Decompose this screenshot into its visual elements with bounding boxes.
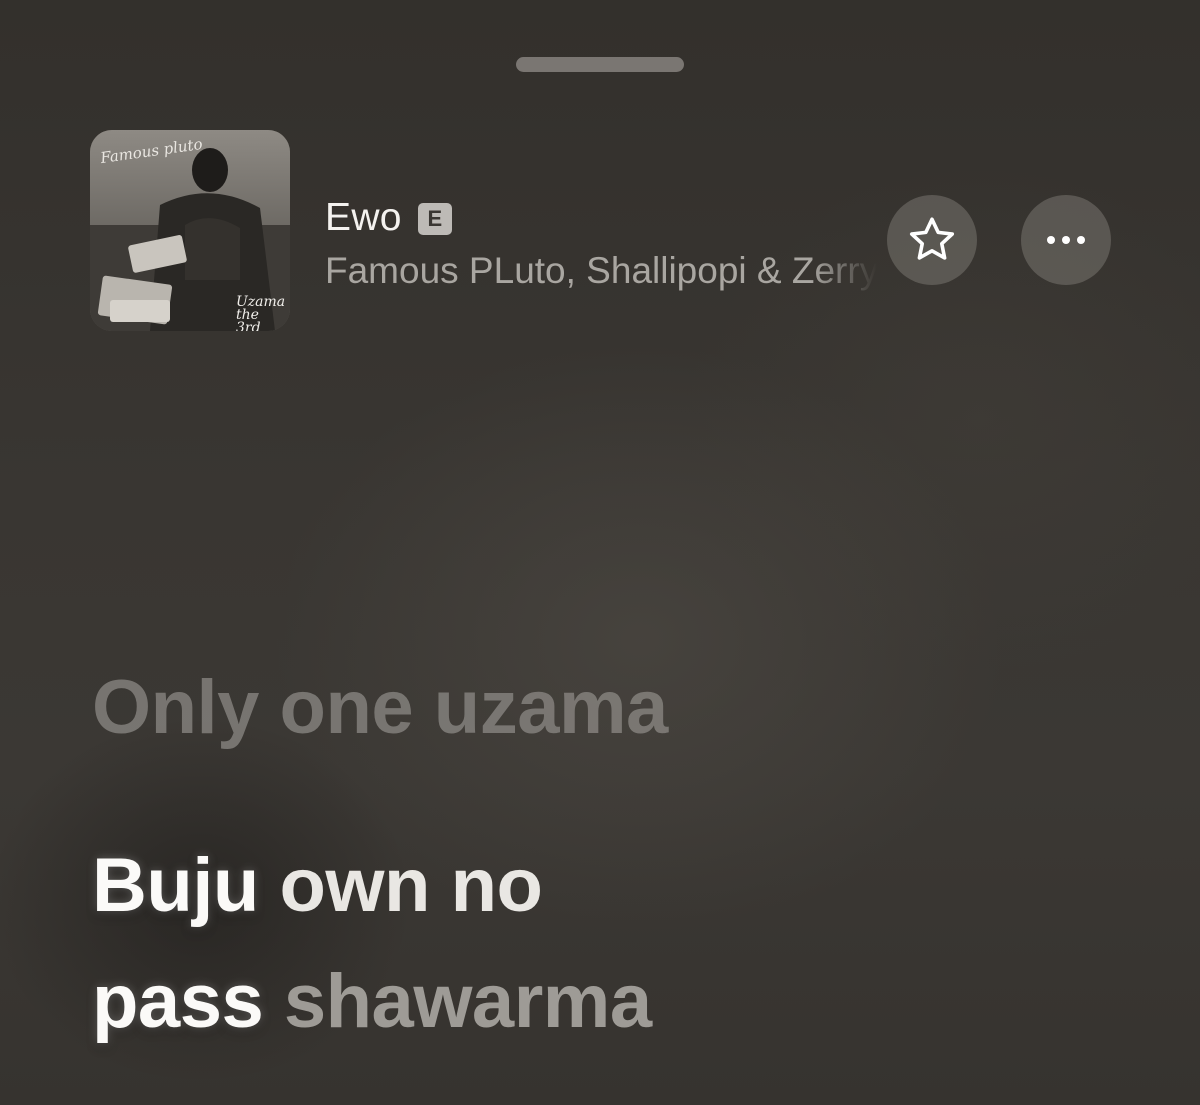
lyric-line-current-1[interactable]: Buju own no: [92, 842, 543, 929]
lyric-line-current-2[interactable]: pass shawarma: [92, 958, 652, 1045]
track-artists[interactable]: Famous PLuto, Shallipopi & Zerrydl: [325, 250, 877, 292]
track-title[interactable]: Ewo: [325, 196, 402, 240]
track-title-row: Ewo E: [325, 196, 452, 240]
lyric-sung-words: pass: [92, 959, 264, 1044]
explicit-badge: E: [417, 203, 452, 235]
star-outline-icon: [909, 217, 955, 260]
more-options-button[interactable]: [1021, 195, 1111, 285]
ellipsis-icon: [1047, 236, 1085, 244]
lyric-upcoming-words: own no: [279, 843, 543, 928]
album-artwork[interactable]: Famous pluto Uzama the 3rd: [90, 130, 290, 331]
now-playing-lyrics-screen: Famous pluto Uzama the 3rd Ewo E Famous …: [0, 0, 1200, 1105]
lyric-line-previous[interactable]: Only one uzama: [92, 664, 668, 751]
sheet-grabber-handle[interactable]: [516, 57, 684, 72]
artwork-album-text: Uzama the 3rd: [236, 294, 286, 331]
lyric-upcoming-words: shawarma: [283, 959, 652, 1044]
lyric-sung-words: Buju: [92, 843, 259, 928]
favorite-button[interactable]: [887, 195, 977, 285]
